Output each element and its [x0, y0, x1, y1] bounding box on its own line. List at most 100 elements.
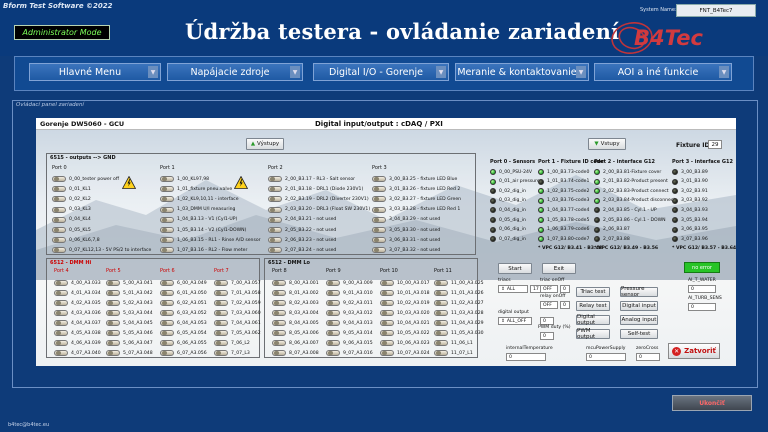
toggle-switch[interactable]: [214, 330, 228, 336]
chevron-down-icon[interactable]: ▼: [719, 66, 729, 78]
toggle-switch[interactable]: [326, 300, 340, 306]
output-toggle-row[interactable]: 2_00_B3.17 - RL3 - Salt sensor: [268, 175, 355, 183]
chevron-down-icon[interactable]: ▼: [576, 66, 586, 78]
digital-output-button[interactable]: Digital output: [576, 314, 610, 326]
output-toggle-row[interactable]: 10_04_A3.021: [380, 319, 430, 327]
toggle-switch[interactable]: [268, 237, 282, 244]
toggle-switch[interactable]: [52, 216, 66, 223]
output-toggle-row[interactable]: 11_02_A3.027: [434, 299, 484, 307]
toggle-switch[interactable]: [372, 237, 386, 244]
toggle-switch[interactable]: [272, 290, 286, 296]
output-toggle-row[interactable]: 11_04_A3.029: [434, 319, 484, 327]
output-toggle-row[interactable]: 8_00_A3.001: [272, 279, 319, 287]
toggle-switch[interactable]: [54, 310, 68, 316]
output-toggle-row[interactable]: 9_05_A3.014: [326, 329, 373, 337]
output-toggle-row[interactable]: 4_00_A3.033: [54, 279, 101, 287]
output-toggle-row[interactable]: 0_02_KL2: [52, 195, 91, 203]
toggle-switch[interactable]: [52, 186, 66, 193]
output-toggle-row[interactable]: 9_03_A3.012: [326, 309, 373, 317]
toggle-switch[interactable]: [434, 340, 448, 346]
toggle-switch[interactable]: [52, 176, 66, 182]
output-toggle-row[interactable]: 7_01_A3.058: [214, 289, 261, 297]
relay-onoff-select[interactable]: OFF: [540, 301, 558, 309]
output-toggle-row[interactable]: 1_07_B3.16 - RL2 - Flow meter: [160, 246, 247, 254]
toggle-switch[interactable]: [372, 216, 386, 223]
pressure-sensor-button[interactable]: Pressure sensor: [620, 286, 658, 298]
toggle-switch[interactable]: [372, 196, 386, 203]
output-toggle-row[interactable]: 2_04_B3.21 - not used: [268, 216, 336, 224]
output-toggle-row[interactable]: 1_03_DMM U/I measuring: [160, 206, 235, 214]
toggle-switch[interactable]: [52, 247, 66, 254]
triacs-select[interactable]: ⇕ ALL: [498, 285, 528, 293]
output-toggle-row[interactable]: 4_04_A3.037: [54, 319, 101, 327]
output-toggle-row[interactable]: 7_07_L3: [214, 349, 250, 357]
toggle-switch[interactable]: [214, 340, 228, 346]
output-toggle-row[interactable]: 4_05_A3.038: [54, 329, 101, 337]
digital-output-select[interactable]: ⇕ ALL_OFF: [498, 317, 532, 325]
output-toggle-row[interactable]: 5_01_A3.042: [106, 289, 153, 297]
toggle-switch[interactable]: [372, 176, 386, 182]
output-toggle-row[interactable]: 10_01_A3.018: [380, 289, 430, 297]
toggle-switch[interactable]: [160, 290, 174, 296]
relay-onoff-value[interactable]: 0: [560, 301, 570, 309]
output-toggle-row[interactable]: 1_02_KL9,10,11 - interface: [160, 195, 239, 203]
fixture-id-field[interactable]: 29: [708, 140, 722, 149]
toggle-switch[interactable]: [434, 290, 448, 296]
output-toggle-row[interactable]: 3_05_B3.30 - not used: [372, 226, 440, 234]
chevron-down-icon[interactable]: ▼: [148, 66, 158, 78]
toggle-switch[interactable]: [160, 206, 174, 213]
start-button[interactable]: Start: [498, 263, 532, 274]
triac-onoff-value[interactable]: 0: [560, 285, 570, 293]
toggle-switch[interactable]: [160, 176, 174, 182]
output-toggle-row[interactable]: 3_06_B3.31 - not used: [372, 236, 440, 244]
toggle-switch[interactable]: [52, 227, 66, 233]
output-toggle-row[interactable]: 11_06_L1: [434, 339, 473, 347]
toggle-switch[interactable]: [272, 280, 286, 286]
toggle-switch[interactable]: [160, 310, 174, 316]
toggle-switch[interactable]: [160, 340, 174, 346]
toggle-switch[interactable]: [434, 320, 448, 326]
toggle-switch[interactable]: [380, 300, 394, 306]
output-toggle-row[interactable]: 7_06_L2: [214, 339, 250, 347]
toggle-switch[interactable]: [326, 340, 340, 346]
toggle-switch[interactable]: [380, 280, 394, 286]
output-toggle-row[interactable]: 6_06_A3.055: [160, 339, 207, 347]
toggle-switch[interactable]: [372, 247, 386, 254]
output-toggle-row[interactable]: 1_01_fixture pneu.valve: [160, 185, 232, 193]
output-toggle-row[interactable]: 7_02_A3.059: [214, 299, 261, 307]
toggle-switch[interactable]: [106, 280, 120, 286]
toggle-switch[interactable]: [268, 247, 282, 254]
pwm-output-button[interactable]: PWM output: [576, 328, 610, 340]
toggle-switch[interactable]: [272, 320, 286, 326]
output-toggle-row[interactable]: 6_02_A3.051: [160, 299, 207, 307]
inputs-button[interactable]: ▼ Vstupy: [588, 138, 626, 150]
toggle-switch[interactable]: [54, 280, 68, 286]
toggle-switch[interactable]: [52, 196, 66, 203]
toggle-switch[interactable]: [214, 350, 228, 356]
toggle-switch[interactable]: [268, 227, 282, 233]
output-toggle-row[interactable]: 9_04_A3.013: [326, 319, 373, 327]
toggle-switch[interactable]: [160, 237, 174, 244]
outputs-button[interactable]: ▲ Výstupy: [246, 138, 284, 150]
toggle-switch[interactable]: [214, 320, 228, 326]
menu-button-5[interactable]: AOI a iné funkcie ▼: [594, 63, 732, 81]
toggle-switch[interactable]: [326, 290, 340, 296]
output-toggle-row[interactable]: 8_05_A3.006: [272, 329, 319, 337]
output-toggle-row[interactable]: 11_07_L1: [434, 349, 473, 357]
pwm-duty-value[interactable]: 0: [540, 332, 554, 340]
toggle-switch[interactable]: [54, 300, 68, 306]
toggle-switch[interactable]: [54, 340, 68, 346]
output-toggle-row[interactable]: 10_06_A3.023: [380, 339, 430, 347]
toggle-switch[interactable]: [326, 320, 340, 326]
toggle-switch[interactable]: [380, 330, 394, 336]
output-toggle-row[interactable]: 6_05_A3.054: [160, 329, 207, 337]
output-toggle-row[interactable]: 0_00_tester power off: [52, 175, 119, 183]
output-toggle-row[interactable]: 11_03_A3.028: [434, 309, 484, 317]
output-toggle-row[interactable]: 5_03_A3.044: [106, 309, 153, 317]
toggle-switch[interactable]: [326, 330, 340, 336]
output-toggle-row[interactable]: 6_04_A3.053: [160, 319, 207, 327]
output-toggle-row[interactable]: 8_02_A3.003: [272, 299, 319, 307]
toggle-switch[interactable]: [268, 216, 282, 223]
output-toggle-row[interactable]: 6_00_A3.049: [160, 279, 207, 287]
toggle-switch[interactable]: [434, 330, 448, 336]
